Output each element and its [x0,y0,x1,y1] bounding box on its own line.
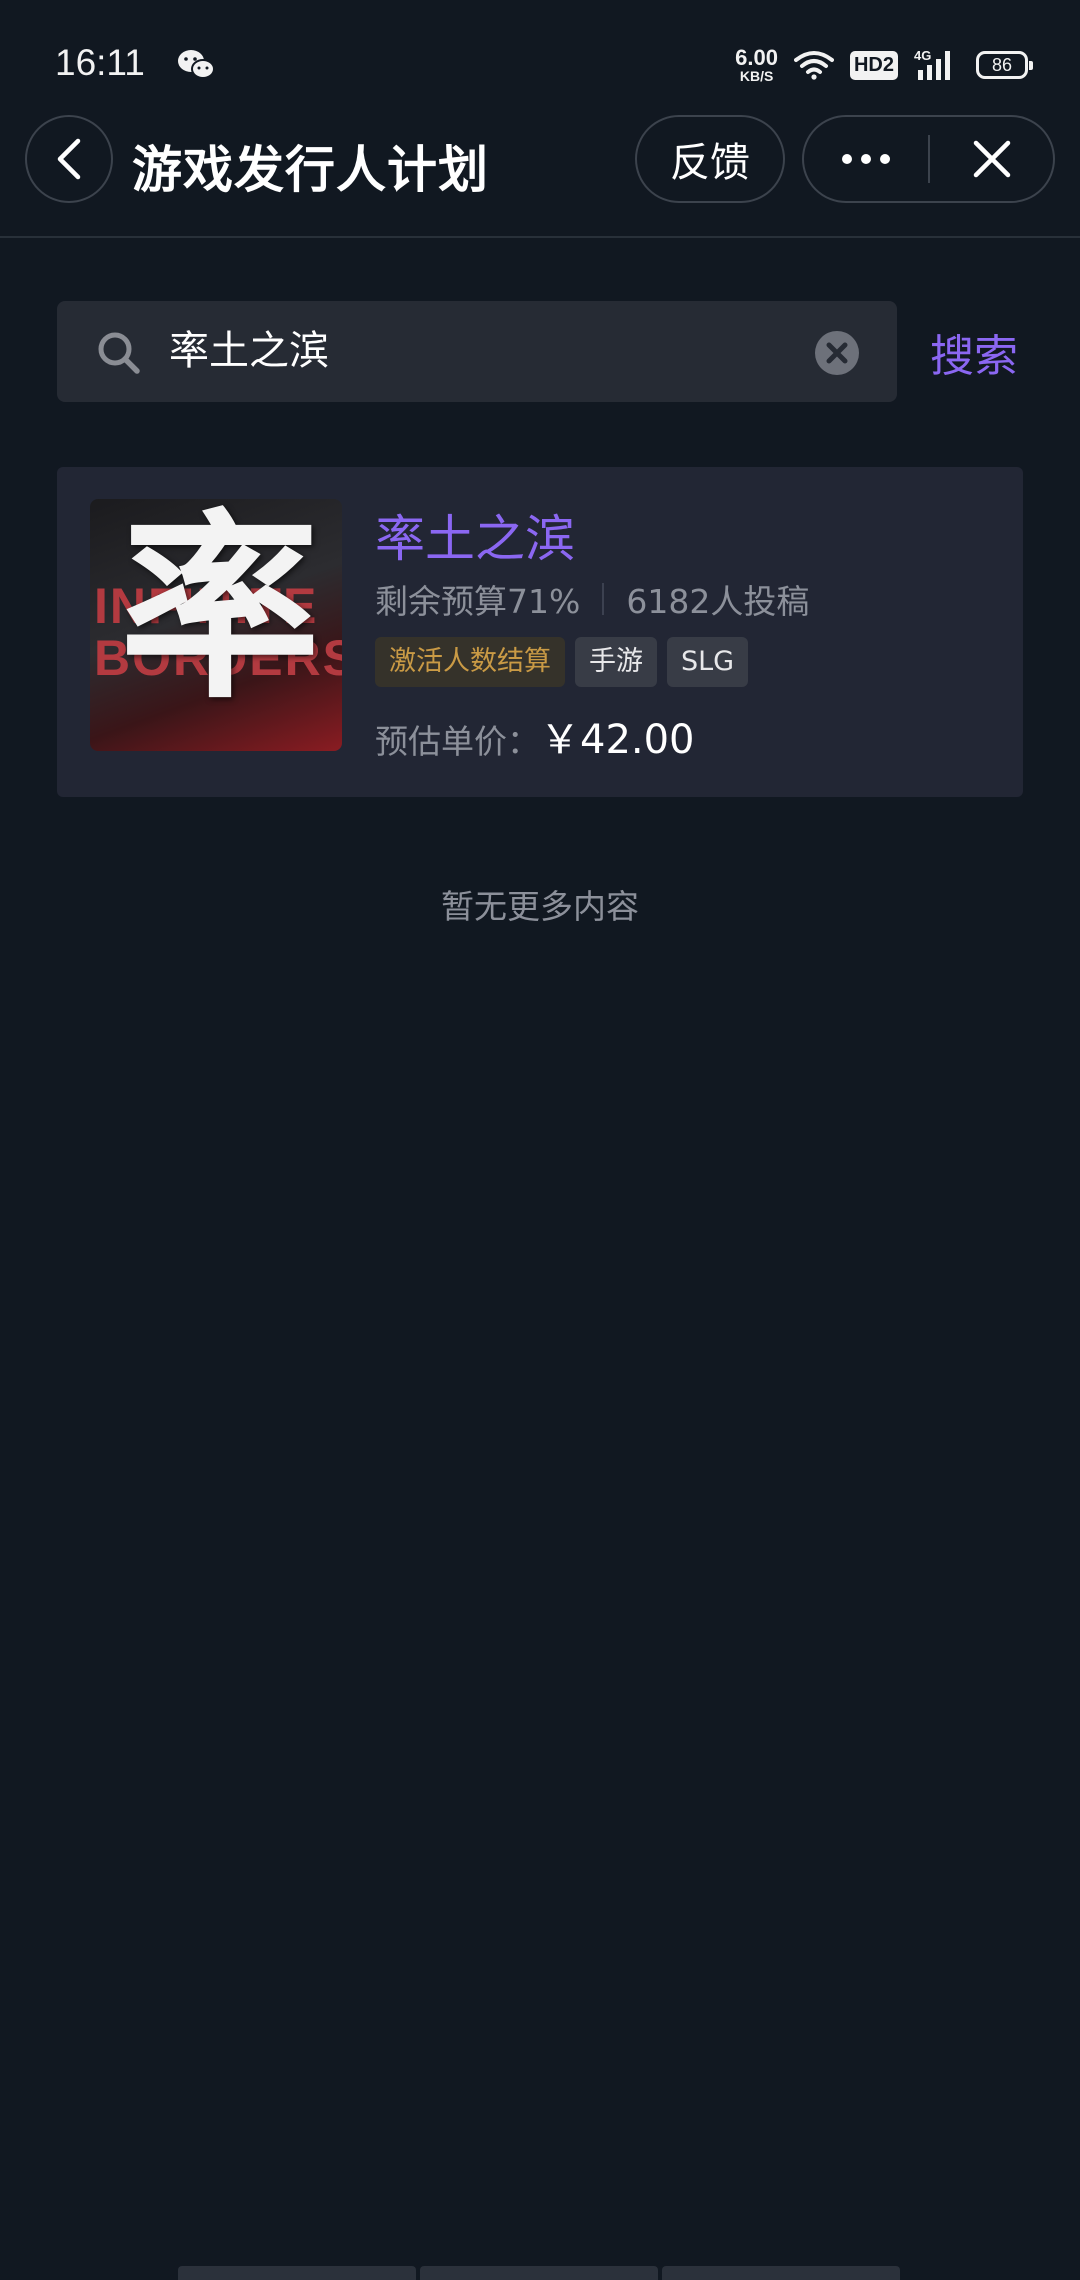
feedback-button[interactable]: 反馈 [635,115,785,203]
battery-level: 86 [991,54,1013,75]
hd-icon: HD2 [849,50,898,80]
no-more-content: 暂无更多内容 [441,887,639,926]
tag-list: 激活人数结算 手游 SLG [375,637,749,687]
price-row: 预估单价： ￥42.00 [375,707,695,765]
page-title: 游戏发行人计划 [132,141,489,199]
bottom-bar-segment [662,2266,900,2280]
tag-settlement: 激活人数结算 [375,637,565,687]
remaining-budget: 剩余预算71% [375,582,581,621]
search-button[interactable]: 搜索 [930,320,1018,384]
price-label: 预估单价： [375,722,540,761]
title-bar: 游戏发行人计划 反馈 [0,110,1080,238]
more-button[interactable] [804,117,928,201]
battery-icon: 86 [976,51,1033,79]
more-dots-icon [842,154,890,164]
close-button[interactable] [930,117,1053,201]
bottom-bar-segment [178,2266,416,2280]
chevron-left-icon [57,138,81,180]
cellular-signal-icon: 4G [914,48,950,80]
price-value: ￥42.00 [540,717,695,763]
game-name[interactable]: 率土之滨 [375,499,575,571]
thumbnail-character: 率 [120,499,321,726]
search-icon [98,332,140,374]
network-speed-value: 6.00 [735,45,778,70]
bottom-bar-segment [420,2266,658,2280]
status-indicators: 6.00 KB/S HD2 4G 86 [735,40,1033,90]
wechat-icon [178,50,215,79]
close-icon [973,140,1010,178]
game-thumbnail: INFINITE BORDERS 率 [90,499,342,751]
network-type-label: 4G [914,48,931,63]
meta-divider [602,583,605,615]
tag-genre: SLG [667,637,749,687]
network-speed-unit: KB/S [739,68,774,84]
result-card[interactable]: INFINITE BORDERS 率 率土之滨 剩余预算71% 6182人投稿 … [57,467,1023,797]
tag-mobile-game: 手游 [575,637,657,687]
search-box[interactable] [57,301,897,402]
network-speed: 6.00 KB/S [735,45,778,84]
status-time: 16:11 [55,42,145,83]
search-input[interactable] [157,301,847,402]
wifi-icon [793,51,834,80]
back-button[interactable] [25,115,113,203]
status-bar: 16:11 6.00 KB/S HD2 4G 86 [0,0,1080,110]
game-meta: 剩余预算71% 6182人投稿 [375,575,809,623]
miniprogram-capsule [802,115,1055,203]
bottom-gesture-bar [178,2266,900,2280]
clear-search-icon[interactable] [815,331,859,375]
submission-count: 6182人投稿 [626,582,810,621]
